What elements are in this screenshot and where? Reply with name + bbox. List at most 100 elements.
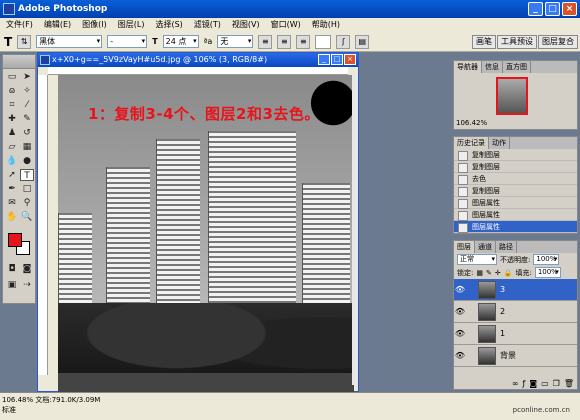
- type-tool-icon[interactable]: T: [20, 169, 34, 181]
- tab-histogram[interactable]: 直方图: [503, 61, 531, 73]
- brush-tool-icon[interactable]: ✎: [20, 113, 34, 125]
- layer-name[interactable]: 背景: [500, 350, 516, 361]
- history-item[interactable]: 图层属性: [454, 209, 577, 221]
- layer-name[interactable]: 2: [500, 307, 505, 316]
- document-scrollbar[interactable]: [352, 75, 358, 385]
- menu-edit[interactable]: 编辑(E): [44, 18, 71, 32]
- tab-layer-comps[interactable]: 图层复合: [538, 35, 578, 49]
- gradient-tool-icon[interactable]: ▦: [20, 141, 34, 153]
- slice-tool-icon[interactable]: ⁄: [20, 99, 34, 111]
- dodge-tool-icon[interactable]: ●: [20, 155, 34, 167]
- menu-help[interactable]: 帮助(H): [312, 18, 340, 32]
- tab-paths[interactable]: 路径: [496, 241, 517, 253]
- close-button[interactable]: ×: [562, 2, 577, 16]
- move-tool-icon[interactable]: ➤: [20, 71, 34, 83]
- crop-tool-icon[interactable]: ⌗: [5, 99, 19, 111]
- menu-file[interactable]: 文件(F): [6, 18, 33, 32]
- new-layer-icon[interactable]: ❐: [553, 379, 560, 388]
- lasso-tool-icon[interactable]: ɷ: [5, 85, 19, 97]
- layer-visibility-icon[interactable]: 👁: [454, 307, 466, 316]
- lock-move-icon[interactable]: ✛: [495, 269, 501, 277]
- tab-brushes[interactable]: 画笔: [472, 35, 496, 49]
- history-item[interactable]: 复制图层: [454, 161, 577, 173]
- history-item[interactable]: 图层属性: [454, 221, 577, 233]
- text-tool-icon[interactable]: T: [4, 35, 12, 49]
- align-left-icon[interactable]: ≡: [258, 34, 273, 49]
- menu-image[interactable]: 图像(I): [82, 18, 107, 32]
- tab-channels[interactable]: 通道: [475, 241, 496, 253]
- menu-select[interactable]: 选择(S): [155, 18, 182, 32]
- link-layers-icon[interactable]: ∞: [512, 379, 519, 388]
- eraser-tool-icon[interactable]: ▱: [5, 141, 19, 153]
- navigator-zoom[interactable]: 106.42%: [456, 119, 487, 127]
- hand-tool-icon[interactable]: ✋: [5, 211, 19, 223]
- history-brush-icon[interactable]: ↺: [20, 127, 34, 139]
- tab-tool-presets[interactable]: 工具预设: [497, 35, 537, 49]
- blur-tool-icon[interactable]: 💧: [5, 155, 19, 167]
- menu-layer[interactable]: 图层(L): [118, 18, 145, 32]
- history-item[interactable]: 图层属性: [454, 197, 577, 209]
- navigator-thumbnail[interactable]: [496, 77, 528, 115]
- layer-name[interactable]: 3: [500, 285, 505, 294]
- align-right-icon[interactable]: ≡: [296, 34, 311, 49]
- layer-row[interactable]: 👁 3: [454, 279, 577, 301]
- layer-row[interactable]: 👁 1: [454, 323, 577, 345]
- layer-name[interactable]: 1: [500, 329, 505, 338]
- lock-transparency-icon[interactable]: ▦: [476, 269, 483, 277]
- layer-style-icon[interactable]: ƒ: [523, 379, 526, 388]
- minimize-button[interactable]: _: [528, 2, 543, 16]
- menu-view[interactable]: 视图(V): [232, 18, 260, 32]
- lock-all-icon[interactable]: 🔒: [504, 269, 513, 277]
- doc-minimize-button[interactable]: _: [318, 54, 330, 65]
- menu-window[interactable]: 窗口(W): [271, 18, 301, 32]
- delete-layer-icon[interactable]: 🗑: [564, 379, 574, 388]
- history-item[interactable]: 复制图层: [454, 185, 577, 197]
- antialias-select[interactable]: 无: [217, 35, 254, 48]
- palette-toggle-icon[interactable]: ▤: [355, 34, 370, 49]
- new-group-icon[interactable]: ▭: [541, 379, 549, 388]
- layer-mask-icon[interactable]: ◙: [529, 379, 537, 388]
- doc-maximize-button[interactable]: □: [331, 54, 343, 65]
- align-center-icon[interactable]: ≡: [277, 34, 292, 49]
- lock-brush-icon[interactable]: ✎: [486, 269, 492, 277]
- tab-info[interactable]: 信息: [482, 61, 503, 73]
- layer-visibility-icon[interactable]: 👁: [454, 351, 466, 360]
- layer-visibility-icon[interactable]: 👁: [454, 285, 466, 294]
- layer-row[interactable]: 👁 2: [454, 301, 577, 323]
- layer-visibility-icon[interactable]: 👁: [454, 329, 466, 338]
- blend-mode-select[interactable]: 正常: [457, 254, 497, 265]
- healing-brush-icon[interactable]: ✚: [5, 113, 19, 125]
- jump-to-imageready-icon[interactable]: ⇢: [20, 279, 34, 291]
- tab-actions[interactable]: 动作: [489, 137, 510, 149]
- text-color-swatch[interactable]: [315, 34, 332, 49]
- warp-text-icon[interactable]: ʃ: [336, 34, 351, 49]
- image-canvas[interactable]: 1：复制3-4个、图层2和3去色。: [58, 75, 354, 393]
- quickmask-mode-icon[interactable]: ◙: [20, 263, 34, 275]
- font-size-select[interactable]: 24 点: [162, 35, 199, 48]
- tab-navigator[interactable]: 导航器: [454, 61, 482, 73]
- opacity-input[interactable]: 100%: [533, 254, 560, 265]
- path-select-icon[interactable]: ➚: [5, 169, 19, 181]
- eyedropper-icon[interactable]: ⚲: [20, 197, 34, 209]
- history-item[interactable]: 复制图层: [454, 149, 577, 161]
- layer-row[interactable]: 👁 背景: [454, 345, 577, 367]
- pen-tool-icon[interactable]: ✒: [5, 183, 19, 195]
- toolbox-grip[interactable]: [3, 55, 35, 69]
- foreground-color-swatch[interactable]: [8, 233, 22, 247]
- text-orientation-icon[interactable]: ⇅: [17, 34, 32, 49]
- magic-wand-icon[interactable]: ✧: [20, 85, 34, 97]
- tab-history[interactable]: 历史记录: [454, 137, 489, 149]
- standard-mode-icon[interactable]: ◘: [5, 263, 19, 275]
- marquee-tool-icon[interactable]: ▭: [5, 71, 19, 83]
- document-titlebar[interactable]: x+X0+g==_5V9zVayH#u5d.jpg @ 106% (3, RGB…: [38, 53, 358, 67]
- fill-input[interactable]: 100%: [534, 267, 561, 278]
- history-item[interactable]: 去色: [454, 173, 577, 185]
- stamp-tool-icon[interactable]: ♟: [5, 127, 19, 139]
- font-family-select[interactable]: 黑体: [36, 35, 103, 48]
- doc-close-button[interactable]: ×: [344, 54, 356, 65]
- shape-tool-icon[interactable]: □: [20, 183, 34, 195]
- menu-filter[interactable]: 滤镜(T): [194, 18, 221, 32]
- tab-layers[interactable]: 图层: [454, 241, 475, 253]
- font-style-select[interactable]: -: [107, 35, 148, 48]
- zoom-tool-icon[interactable]: 🔍: [20, 211, 34, 223]
